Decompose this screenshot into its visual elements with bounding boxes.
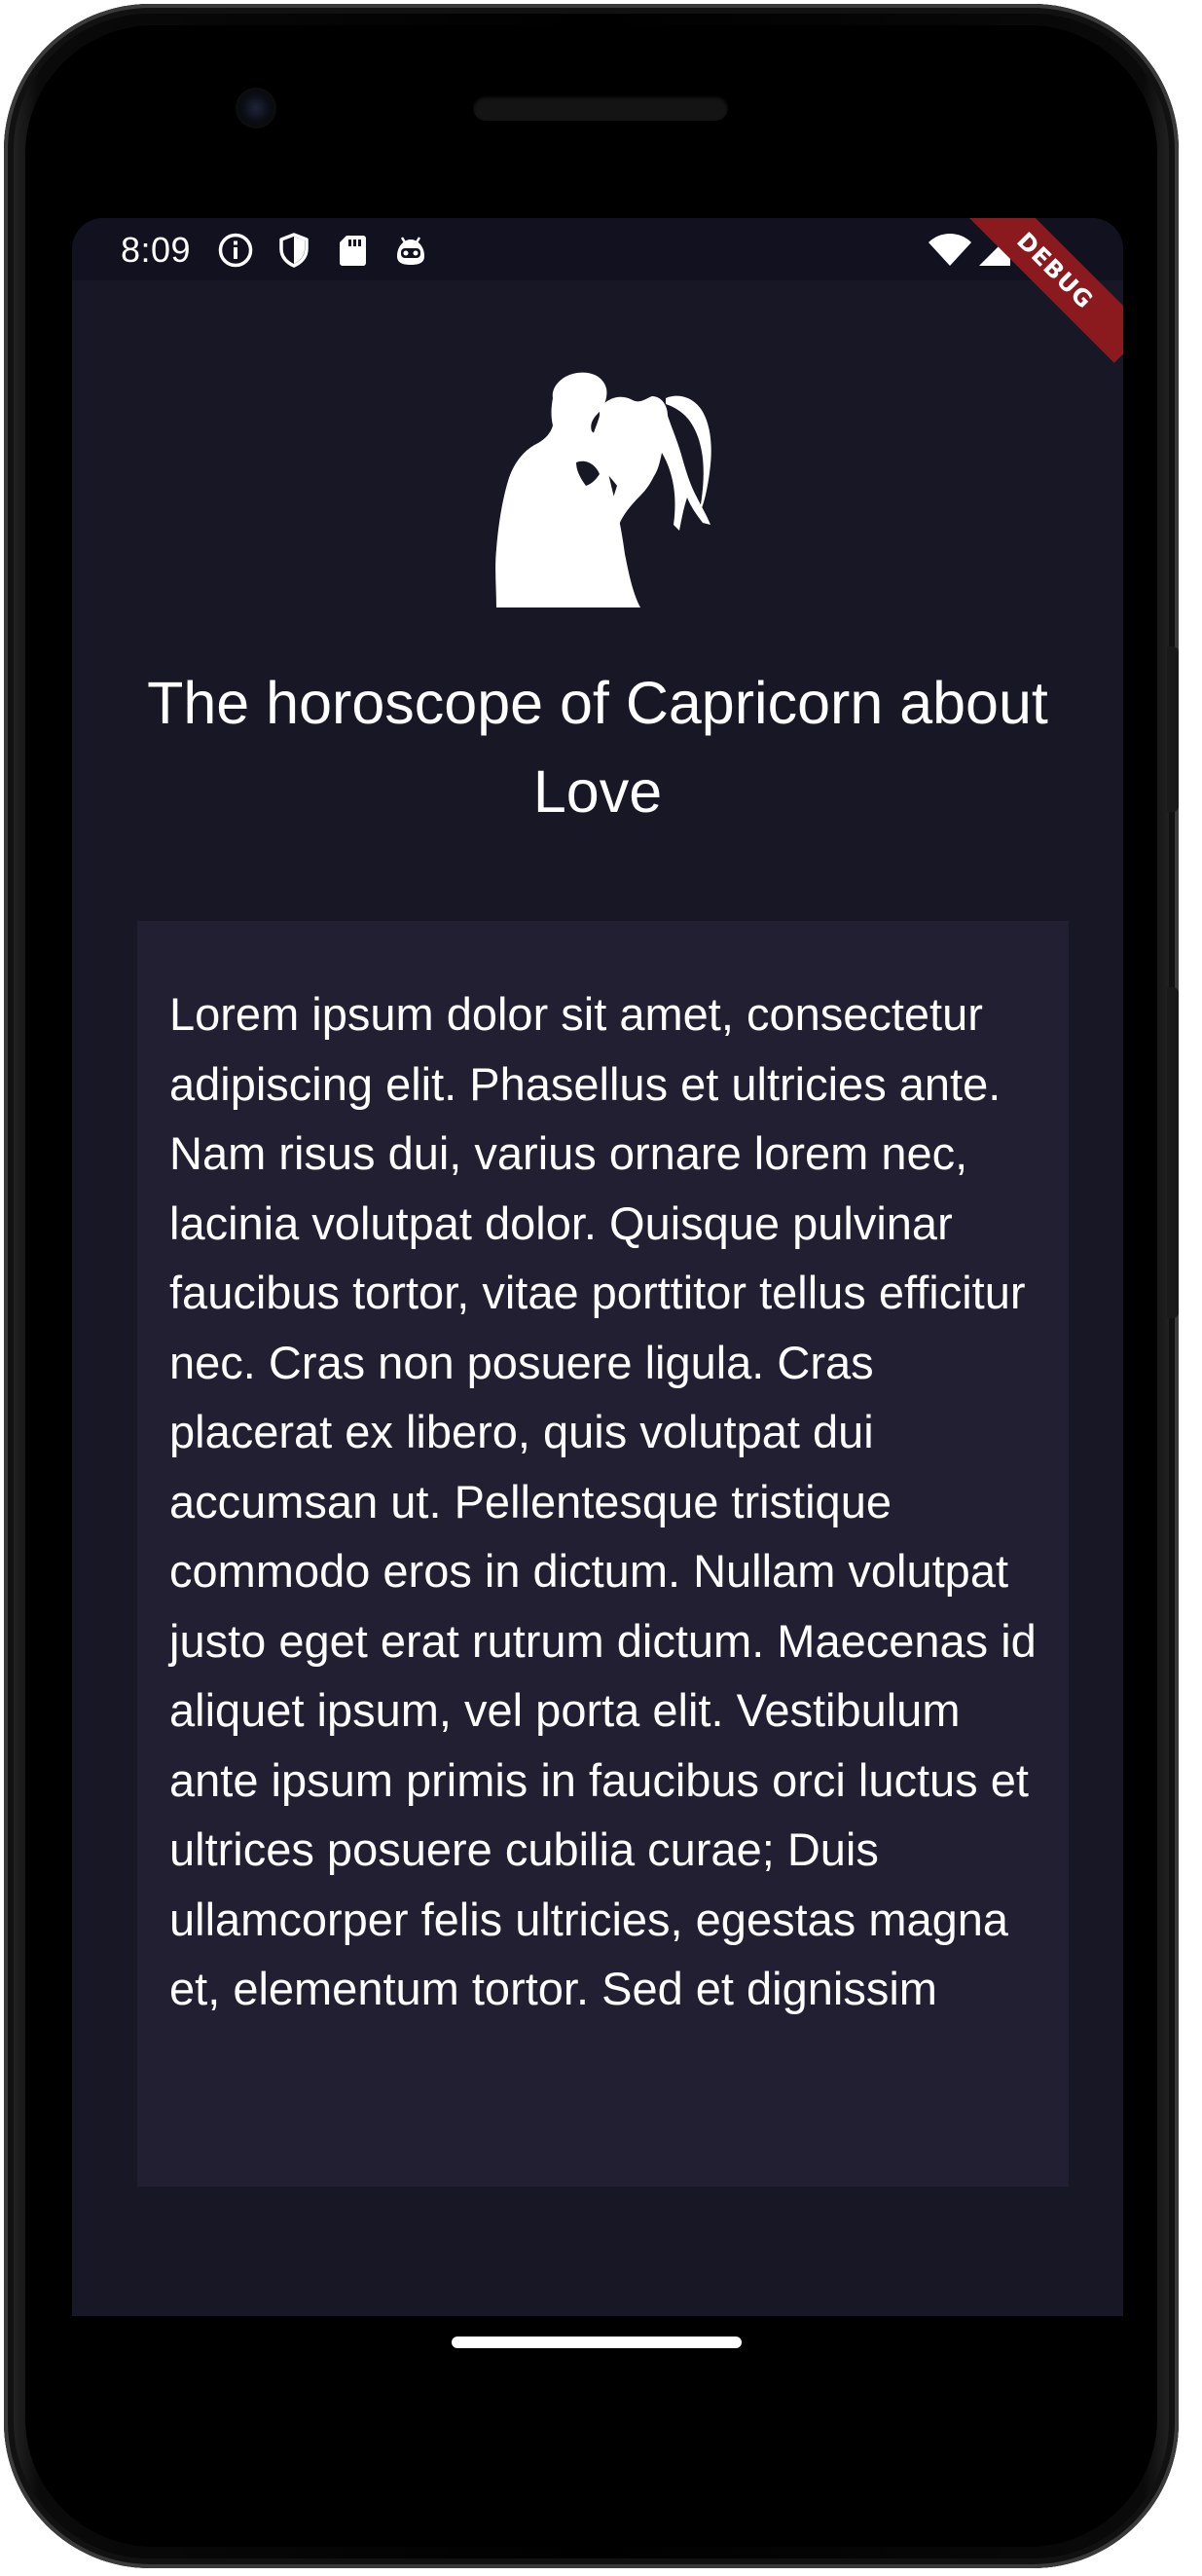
horoscope-card: Lorem ipsum dolor sit amet, consectetur … (137, 921, 1069, 2187)
status-bar: 8:09 DEBUG (72, 218, 1123, 363)
info-icon (218, 233, 253, 268)
sd-card-icon (340, 236, 366, 266)
couple-silhouette-icon (495, 372, 711, 607)
app-screen: 8:09 DEBUG The horoscope of Capricorn ab… (72, 218, 1123, 2316)
page-title: The horoscope of Capricorn about Love (147, 670, 1048, 825)
earpiece-speaker (473, 95, 728, 121)
home-indicator[interactable] (452, 2337, 742, 2348)
wifi-icon (929, 234, 971, 266)
shield-icon (279, 233, 309, 268)
power-button (1167, 646, 1179, 812)
robot-icon (397, 237, 424, 265)
status-time: 8:09 (121, 230, 192, 270)
volume-button (1167, 987, 1179, 1318)
front-camera (238, 91, 273, 126)
horoscope-text: Lorem ipsum dolor sit amet, consectetur … (169, 988, 1037, 2014)
phone-frame: 8:09 DEBUG The horoscope of Capricorn ab… (4, 4, 1179, 2568)
